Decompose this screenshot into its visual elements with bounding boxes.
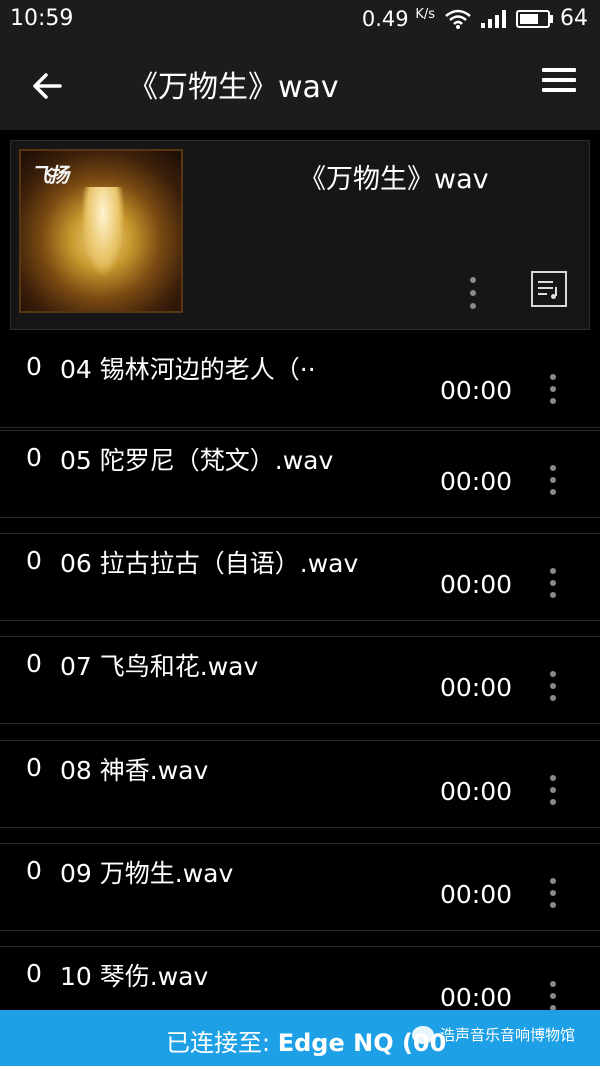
more-vertical-icon (550, 374, 556, 380)
back-button[interactable] (26, 64, 70, 108)
signal-icon (481, 9, 506, 28)
play-count: 0 (26, 352, 42, 381)
more-vertical-icon (550, 981, 556, 987)
track-name: 08 神香.wav (60, 756, 209, 785)
back-arrow-icon (33, 73, 62, 99)
play-count: 0 (26, 649, 42, 678)
more-vertical-icon (470, 277, 476, 283)
connection-prefix: 已连接至: (166, 1029, 278, 1057)
track-more-button[interactable] (548, 374, 558, 404)
album-card: 飞扬 《万物生》wav (10, 140, 590, 330)
album-art[interactable]: 飞扬 (19, 149, 183, 313)
more-vertical-icon (550, 671, 556, 677)
track-row[interactable]: 0 08 神香.wav 00:00 (0, 740, 600, 828)
play-count: 0 (26, 443, 42, 472)
play-count: 0 (26, 959, 42, 988)
album-figure (81, 187, 125, 277)
track-more-button[interactable] (548, 878, 558, 908)
track-name: 06 拉古拉古（自语）.wav (60, 549, 359, 578)
network-speed-unit: K/s (415, 6, 435, 22)
watermark-text: 浩声音乐音响博物馆 (440, 1026, 576, 1044)
play-count: 0 (26, 753, 42, 782)
track-duration: 00:00 (440, 570, 513, 599)
track-row[interactable]: 0 04 锡林河边的老人（·· 00:00 (0, 340, 600, 428)
page-title: 《万物生》wav (128, 70, 339, 105)
track-name: 10 琴伤.wav (60, 962, 209, 991)
track-more-button[interactable] (548, 981, 558, 1011)
track-more-button[interactable] (548, 568, 558, 598)
menu-button[interactable] (542, 68, 576, 98)
track-name: 05 陀罗尼（梵文）.wav (60, 446, 334, 475)
play-count: 0 (26, 546, 42, 575)
track-more-button[interactable] (548, 671, 558, 701)
track-row[interactable]: 0 06 拉古拉古（自语）.wav 00:00 (0, 533, 600, 621)
track-duration: 00:00 (440, 983, 513, 1012)
more-vertical-icon (550, 775, 556, 781)
track-more-button[interactable] (548, 775, 558, 805)
status-icons: 0.49 K/s 64 (362, 6, 588, 31)
track-more-button[interactable] (548, 465, 558, 495)
connection-banner[interactable]: 已连接至: Edge NQ (00 浩声音乐音响博物馆 (0, 1010, 600, 1066)
track-row[interactable]: 0 05 陀罗尼（梵文）.wav 00:00 (0, 430, 600, 518)
battery-icon (516, 9, 553, 28)
status-time: 10:59 (10, 6, 74, 31)
status-bar: 10:59 0.49 K/s 64 (0, 0, 600, 38)
network-speed-value: 0.49 (361, 6, 409, 31)
track-duration: 00:00 (440, 880, 513, 909)
track-duration: 00:00 (440, 376, 513, 405)
playlist-queue-button[interactable] (531, 271, 567, 307)
album-logo: 飞扬 (31, 163, 69, 187)
more-vertical-icon (550, 878, 556, 884)
wechat-icon (412, 1025, 434, 1044)
battery-level: 64 (560, 6, 588, 31)
play-count: 0 (26, 856, 42, 885)
album-more-button[interactable] (467, 277, 479, 309)
track-duration: 00:00 (440, 777, 513, 806)
more-vertical-icon (550, 568, 556, 574)
track-duration: 00:00 (440, 467, 513, 496)
track-duration: 00:00 (440, 673, 513, 702)
track-name: 04 锡林河边的老人（·· (60, 355, 316, 384)
album-title: 《万物生》wav (299, 164, 489, 195)
playlist-icon (538, 281, 557, 299)
wifi-icon (445, 9, 471, 29)
watermark: 浩声音乐音响博物馆 (412, 1024, 575, 1045)
network-speed: 0.49 K/s (362, 7, 435, 31)
track-row[interactable]: 0 09 万物生.wav 00:00 (0, 843, 600, 931)
track-row[interactable]: 0 07 飞鸟和花.wav 00:00 (0, 636, 600, 724)
more-vertical-icon (550, 465, 556, 471)
hamburger-icon (542, 68, 576, 72)
connection-label: 已连接至: Edge NQ (00 (166, 1023, 446, 1058)
track-name: 09 万物生.wav (60, 859, 234, 888)
app-bar: 《万物生》wav (0, 38, 600, 130)
track-name: 07 飞鸟和花.wav (60, 652, 259, 681)
